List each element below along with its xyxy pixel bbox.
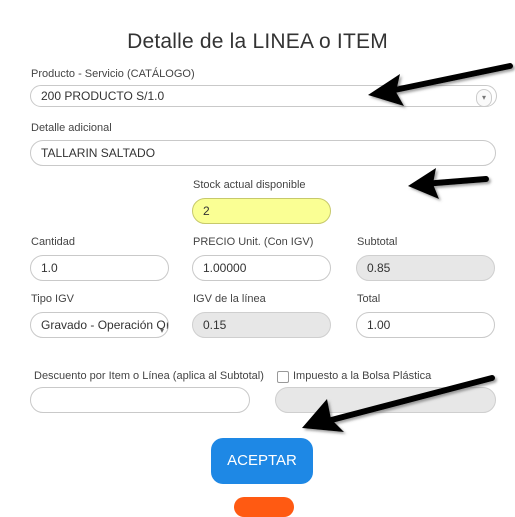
precio-value: 1.00000 bbox=[203, 261, 247, 275]
igv-linea-value: 0.15 bbox=[203, 318, 227, 332]
precio-input[interactable]: 1.00000 bbox=[192, 255, 331, 281]
stock-field: 2 bbox=[192, 198, 331, 224]
descuento-label: Descuento por Item o Línea (aplica al Su… bbox=[34, 370, 264, 382]
accept-button[interactable]: ACEPTAR bbox=[211, 438, 313, 484]
cantidad-input[interactable]: 1.0 bbox=[30, 255, 169, 281]
descuento-input[interactable] bbox=[30, 387, 250, 413]
detalle-label: Detalle adicional bbox=[31, 122, 112, 134]
tipo-igv-value: Gravado - Operación Oı bbox=[41, 318, 169, 332]
dialog-title: Detalle de la LINEA o ITEM bbox=[127, 30, 388, 53]
total-label: Total bbox=[357, 293, 381, 305]
chevron-down-icon[interactable]: ▾ bbox=[476, 89, 492, 106]
arrow-2-shaft bbox=[420, 176, 489, 187]
cantidad-value: 1.0 bbox=[41, 261, 58, 275]
igv-linea-label: IGV de la línea bbox=[193, 293, 266, 305]
tipo-igv-select[interactable]: Gravado - Operación Oı ▾ bbox=[30, 312, 169, 338]
producto-select[interactable]: 200 PRODUCTO S/1.0 ▾ bbox=[30, 85, 497, 107]
arrow-2-head bbox=[408, 168, 439, 199]
producto-value: 200 PRODUCTO S/1.0 bbox=[41, 89, 165, 103]
total-field: 1.00 bbox=[356, 312, 495, 338]
subtotal-value: 0.85 bbox=[367, 261, 391, 275]
bolsa-field bbox=[275, 387, 496, 413]
tipo-igv-label: Tipo IGV bbox=[31, 293, 74, 305]
subtotal-label: Subtotal bbox=[357, 236, 398, 248]
stock-value: 2 bbox=[203, 204, 210, 218]
bolsa-checkbox[interactable] bbox=[277, 371, 289, 383]
subtotal-field: 0.85 bbox=[356, 255, 495, 281]
igv-linea-field: 0.15 bbox=[192, 312, 331, 338]
bolsa-label: Impuesto a la Bolsa Plástica bbox=[293, 370, 432, 382]
precio-label: PRECIO Unit. (Con IGV) bbox=[193, 236, 314, 248]
producto-label: Producto - Servicio (CATÁLOGO) bbox=[31, 68, 195, 80]
secondary-button[interactable] bbox=[234, 497, 294, 517]
chevron-down-icon[interactable]: ▾ bbox=[160, 319, 164, 337]
detalle-value: TALLARIN SALTADO bbox=[41, 146, 156, 160]
total-value: 1.00 bbox=[367, 318, 391, 332]
detalle-input[interactable]: TALLARIN SALTADO bbox=[30, 140, 496, 166]
stock-label: Stock actual disponible bbox=[193, 179, 306, 191]
cantidad-label: Cantidad bbox=[31, 236, 76, 248]
